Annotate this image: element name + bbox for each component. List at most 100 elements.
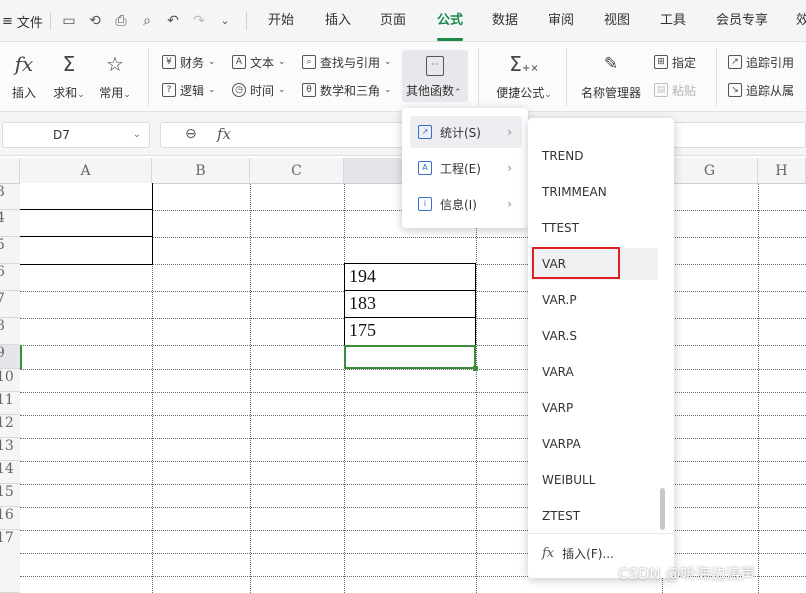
function-item-weibull[interactable]: WEIBULL	[530, 464, 658, 496]
column-header-h[interactable]: H	[758, 158, 806, 184]
row-header[interactable]: 4	[0, 210, 20, 237]
redo-icon[interactable]: ↷	[190, 12, 208, 30]
print-preview-icon[interactable]: ⌕	[138, 12, 156, 30]
menu-item-information[interactable]: i 信息(I) ›	[410, 188, 522, 220]
trace-dependents-button[interactable]: ↘ 追踪从属	[728, 80, 794, 100]
chevron-down-icon[interactable]: ⌄	[133, 123, 141, 147]
autosum-button[interactable]: Σ 求和⌄	[50, 50, 88, 101]
active-row-marker	[20, 345, 22, 369]
print-icon[interactable]: ⎙	[112, 12, 130, 30]
info-icon: i	[418, 197, 432, 211]
function-item-ttest[interactable]: TTEST	[530, 212, 658, 244]
cell-a3[interactable]	[20, 183, 153, 211]
fx-icon: fx	[542, 545, 555, 561]
function-item-vara[interactable]: VARA	[530, 356, 658, 388]
row-header[interactable]: 3	[0, 184, 20, 210]
fx-icon[interactable]: fx	[217, 125, 231, 143]
paste-icon: ▤	[654, 83, 668, 97]
tab-review[interactable]: 审阅	[548, 11, 574, 33]
function-item-var-p[interactable]: VAR.P	[530, 284, 658, 316]
insert-function-menu-item[interactable]: fx 插入(F)...	[542, 542, 614, 564]
menu-item-information-label: 信息(I)	[440, 197, 477, 212]
select-all-corner[interactable]	[0, 158, 20, 184]
tab-insert[interactable]: 插入	[325, 11, 351, 33]
quick-formula-icon: Σ+×	[509, 52, 539, 76]
common-functions-button[interactable]: ☆ 常用⌄	[96, 50, 134, 101]
text-label: 文本	[250, 55, 275, 70]
math-button[interactable]: θ 数学和三角 ⌄	[302, 80, 392, 100]
cell-d5-value: 183	[349, 293, 376, 313]
save-icon[interactable]: ▭	[60, 12, 78, 30]
zoom-icon[interactable]: ⊖	[185, 126, 197, 142]
file-menu-label: 文件	[16, 15, 43, 31]
menu-bar: ≡ 文件 ▭ ⟲ ⎙ ⌕ ↶ ↷ ⌄ 开始 插入 页面 公式 数据 审阅 视图 …	[0, 0, 806, 42]
finance-button[interactable]: ¥ 财务 ⌄	[162, 52, 216, 72]
other-functions-button[interactable]: ··· 其他函数⌃	[402, 50, 468, 102]
row-header[interactable]: 6	[0, 264, 20, 291]
assign-button[interactable]: ⊞ 指定	[654, 52, 696, 72]
tab-efficiency[interactable]: 效	[796, 11, 806, 33]
name-box[interactable]: D7 ⌄	[2, 122, 150, 148]
time-button[interactable]: ◷ 时间 ⌄	[232, 80, 286, 100]
chevron-down-icon[interactable]: ⌄	[216, 12, 234, 30]
logic-button[interactable]: ? 逻辑 ⌄	[162, 80, 216, 100]
file-menu-button[interactable]: ≡ 文件	[0, 10, 43, 32]
function-item-varpa[interactable]: VARPA	[530, 428, 658, 460]
insert-function-button[interactable]: fx 插入	[10, 50, 38, 101]
tab-home[interactable]: 开始	[268, 11, 294, 33]
trace-precedents-icon: ↗	[728, 55, 742, 69]
text-button[interactable]: A 文本 ⌄	[232, 52, 286, 72]
tab-page[interactable]: 页面	[380, 11, 406, 33]
trace-dependents-label: 追踪从属	[746, 83, 795, 98]
function-item-trimmean[interactable]: TRIMMEAN	[530, 176, 658, 208]
menu-item-engineering[interactable]: A 工程(E) ›	[410, 152, 522, 184]
paste-name-button[interactable]: ▤ 粘贴	[654, 80, 696, 100]
lookup-label: 查找与引用	[320, 55, 381, 70]
undo-icon[interactable]: ↶	[164, 12, 182, 30]
column-header-c[interactable]: C	[250, 158, 344, 184]
cell-a5[interactable]	[20, 236, 153, 265]
row-header[interactable]: 13	[0, 438, 20, 461]
tab-tools[interactable]: 工具	[660, 11, 686, 33]
row-header[interactable]: 14	[0, 461, 20, 484]
function-item-trend[interactable]: TREND	[530, 140, 658, 172]
row-header[interactable]: 10	[0, 369, 20, 392]
tab-member[interactable]: 会员专享	[716, 11, 768, 33]
tab-formula[interactable]: 公式	[437, 11, 464, 41]
cell-a4[interactable]	[20, 209, 153, 237]
lookup-button[interactable]: ⌕ 查找与引用 ⌄	[302, 52, 392, 72]
tab-view[interactable]: 视图	[604, 11, 630, 33]
name-manager-button[interactable]: ✎ 名称管理器	[580, 50, 642, 101]
row-header[interactable]: 12	[0, 415, 20, 438]
function-item-var-s[interactable]: VAR.S	[530, 320, 658, 352]
function-item-ztest[interactable]: ZTEST	[530, 500, 658, 532]
tab-data[interactable]: 数据	[492, 11, 518, 33]
cloud-sync-icon[interactable]: ⟲	[86, 12, 104, 30]
row-header[interactable]: 11	[0, 392, 20, 415]
function-list-scrollbar[interactable]	[660, 488, 665, 530]
menu-item-statistics[interactable]: ↗ 统计(S) ›	[410, 116, 522, 148]
row-header[interactable]: 15	[0, 484, 20, 507]
menu-separator	[246, 12, 247, 30]
column-header-g[interactable]: G	[662, 158, 758, 184]
cell-d5[interactable]: 183	[344, 290, 476, 318]
column-header-a[interactable]: A	[20, 158, 152, 184]
row-header-active[interactable]: 9	[0, 345, 20, 369]
row-header[interactable]: 7	[0, 291, 20, 318]
row-header[interactable]: 8	[0, 318, 20, 345]
row-header[interactable]: 16	[0, 507, 20, 530]
quick-formula-button[interactable]: Σ+× 便捷公式⌄	[494, 50, 554, 101]
active-cell-d7[interactable]	[344, 345, 478, 371]
finance-icon: ¥	[162, 55, 176, 69]
row-header[interactable]: 17	[0, 530, 20, 593]
function-item-varp[interactable]: VARP	[530, 392, 658, 424]
common-functions-label: 常用⌄	[99, 86, 131, 100]
trace-precedents-button[interactable]: ↗ 追踪引用	[728, 52, 794, 72]
sigma-icon: Σ	[62, 52, 76, 76]
cell-d6[interactable]: 175	[344, 317, 476, 346]
logic-label: 逻辑	[180, 83, 205, 98]
row-header[interactable]: 5	[0, 237, 20, 264]
column-header-b[interactable]: B	[152, 158, 250, 184]
cell-d4[interactable]: 194	[344, 263, 476, 291]
trace-dependents-icon: ↘	[728, 83, 742, 97]
